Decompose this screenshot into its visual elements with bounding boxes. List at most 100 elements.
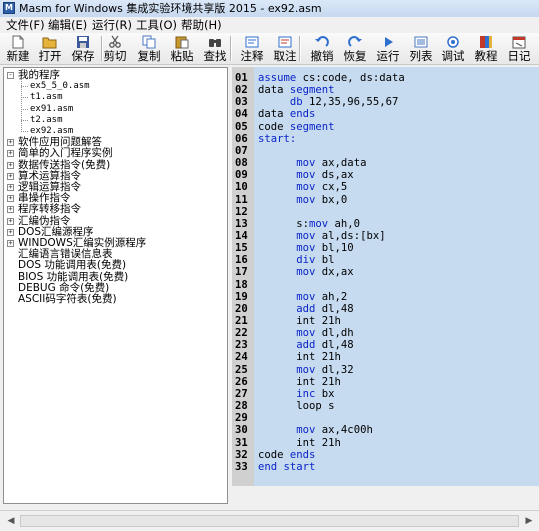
scroll-track[interactable]: [20, 515, 519, 527]
expand-icon[interactable]: +: [7, 161, 14, 169]
code-line[interactable]: int 21h: [258, 351, 341, 363]
toolbar-button-new-file[interactable]: 新建: [1, 33, 35, 64]
expand-icon[interactable]: +: [7, 150, 14, 158]
code-text: loop s: [258, 400, 335, 413]
code-line[interactable]: mov al,ds:[bx]: [258, 230, 385, 242]
line-number: 04: [235, 108, 248, 121]
code-line[interactable]: mov ax,data: [258, 157, 366, 169]
expand-icon[interactable]: +: [7, 195, 14, 203]
menu-run[interactable]: 运行(R): [92, 17, 132, 33]
toolbar-button-label: 打开: [38, 49, 62, 63]
code-line[interactable]: data ends: [258, 108, 315, 120]
tree-category-item[interactable]: BIOS 功能调用表(免费): [18, 271, 128, 283]
line-number: 21: [235, 315, 248, 327]
tree-file-item[interactable]: t1.asm: [30, 92, 63, 103]
tree-category-item[interactable]: 程序转移指令: [18, 204, 81, 215]
code-line[interactable]: data segment: [258, 84, 335, 96]
tree-category-item[interactable]: ASCII码字符表(免费): [18, 294, 117, 305]
code-line[interactable]: mov bx,0: [258, 194, 347, 206]
line-number: 24: [235, 351, 248, 364]
line-number: 25: [235, 363, 248, 376]
code-editor[interactable]: 01 02 03 04 05 06 07 08 09 10 11 12 13 14 15 16 17 18 19 20…: [232, 67, 539, 486]
toolbar-button-calendar[interactable]: 日记: [502, 33, 536, 64]
tree-category-item[interactable]: 汇编伪指令: [18, 215, 71, 227]
tree-file-item[interactable]: t2.asm: [30, 115, 63, 126]
expand-icon[interactable]: +: [7, 184, 14, 191]
expand-icon[interactable]: +: [7, 240, 14, 247]
menu-file[interactable]: 文件(F): [6, 17, 45, 33]
code-text: dl,48: [315, 339, 354, 352]
code-line[interactable]: mov dl,32: [258, 364, 353, 376]
code-line[interactable]: add dl,48: [258, 339, 354, 352]
toolbar-button-uncomment[interactable]: 取注: [268, 33, 302, 64]
scroll-right-icon[interactable]: ▶: [523, 515, 535, 527]
toolbar-button-binoculars[interactable]: 查找: [198, 33, 232, 64]
tree-category-item[interactable]: 简单的入门程序实例: [18, 148, 113, 159]
code-line[interactable]: div bl: [258, 254, 335, 267]
code-line[interactable]: mov ax,4c00h: [258, 424, 373, 436]
toolbar-button-list[interactable]: 列表: [404, 33, 438, 64]
menu-edit[interactable]: 编辑(E): [48, 17, 87, 33]
tree-category-item[interactable]: 数据传送指令(免费): [18, 159, 110, 171]
toolbar-button-comment[interactable]: 注释: [235, 33, 269, 64]
code-line[interactable]: int 21h: [258, 437, 341, 449]
code-line[interactable]: code ends: [258, 449, 315, 461]
new-file-icon: [10, 35, 26, 49]
code-line[interactable]: mov bl,10: [258, 242, 354, 255]
menu-tools[interactable]: 工具(O): [136, 17, 177, 33]
code-text: int 21h: [258, 375, 341, 388]
toolbar-button-run[interactable]: 运行: [371, 33, 405, 64]
code-line[interactable]: int 21h: [258, 315, 341, 327]
program-tree[interactable]: - 我的程序 ex5_5_0.asm t1.asm ex91.asm t2.asm ex92…: [3, 67, 228, 504]
code-line[interactable]: add dl,48: [258, 303, 353, 315]
toolbar-button-redo[interactable]: 恢复: [338, 33, 372, 64]
code-line[interactable]: mov dl,dh: [258, 327, 353, 339]
line-number: 20: [235, 302, 248, 315]
code-text: bl: [315, 254, 335, 267]
code-text: bl,10: [315, 242, 354, 255]
code-line[interactable]: db 12,35,96,55,67: [258, 96, 398, 108]
code-line[interactable]: mov dx,ax: [258, 266, 353, 278]
expand-icon[interactable]: +: [7, 172, 14, 180]
expand-icon[interactable]: +: [7, 206, 14, 214]
toolbar-button-save-disk[interactable]: 保存: [66, 33, 100, 64]
code-text: cx,5: [315, 181, 348, 194]
code-line[interactable]: start:: [258, 133, 296, 145]
code-line[interactable]: s:mov ah,0: [258, 218, 360, 230]
code-line[interactable]: code segment: [258, 121, 335, 133]
expand-icon[interactable]: +: [7, 217, 14, 225]
copy-icon: [141, 35, 157, 49]
toolbar-button-copy[interactable]: 复制: [132, 33, 166, 64]
tree-file-item[interactable]: ex91.asm: [30, 104, 73, 115]
toolbar-separator: [230, 36, 232, 61]
tree-root-my-programs[interactable]: 我的程序: [18, 70, 60, 81]
toolbar-button-paste[interactable]: 粘贴: [165, 33, 199, 64]
line-number: 17: [235, 266, 248, 279]
code-area[interactable]: assume cs:code, ds:data data segment db 1…: [254, 67, 539, 486]
code-line[interactable]: mov cx,5: [258, 181, 347, 193]
code-line[interactable]: end start: [258, 461, 315, 473]
code-line[interactable]: assume cs:code, ds:data: [258, 72, 405, 84]
code-line[interactable]: mov ds,ax: [258, 169, 353, 181]
toolbar-button-open-folder[interactable]: 打开: [33, 33, 67, 64]
code-line[interactable]: int 21h: [258, 376, 341, 388]
toolbar-button-book[interactable]: 教程: [469, 33, 503, 64]
horizontal-scrollbar[interactable]: ◀ ▶: [0, 510, 539, 531]
toolbar-button-debug[interactable]: 调试: [436, 33, 470, 64]
expand-icon[interactable]: +: [7, 228, 14, 236]
code-line[interactable]: inc bx: [258, 388, 334, 400]
collapse-icon[interactable]: -: [7, 72, 14, 79]
code-line[interactable]: mov ah,2: [258, 291, 347, 303]
code-line[interactable]: loop s: [258, 400, 335, 413]
toolbar-button-label: 新建: [6, 49, 30, 63]
toolbar-button-scissors[interactable]: 剪切: [98, 33, 132, 64]
menu-help[interactable]: 帮助(H): [181, 17, 222, 33]
tree-file-item[interactable]: ex5_5_0.asm: [30, 81, 90, 92]
toolbar-button-note[interactable]: 注: [533, 33, 539, 64]
toolbar-button-undo[interactable]: 撤销: [305, 33, 339, 64]
tree-category-item[interactable]: DOS 功能调用表(免费): [18, 260, 126, 271]
expand-icon[interactable]: +: [7, 139, 14, 147]
scroll-left-icon[interactable]: ◀: [5, 515, 17, 527]
